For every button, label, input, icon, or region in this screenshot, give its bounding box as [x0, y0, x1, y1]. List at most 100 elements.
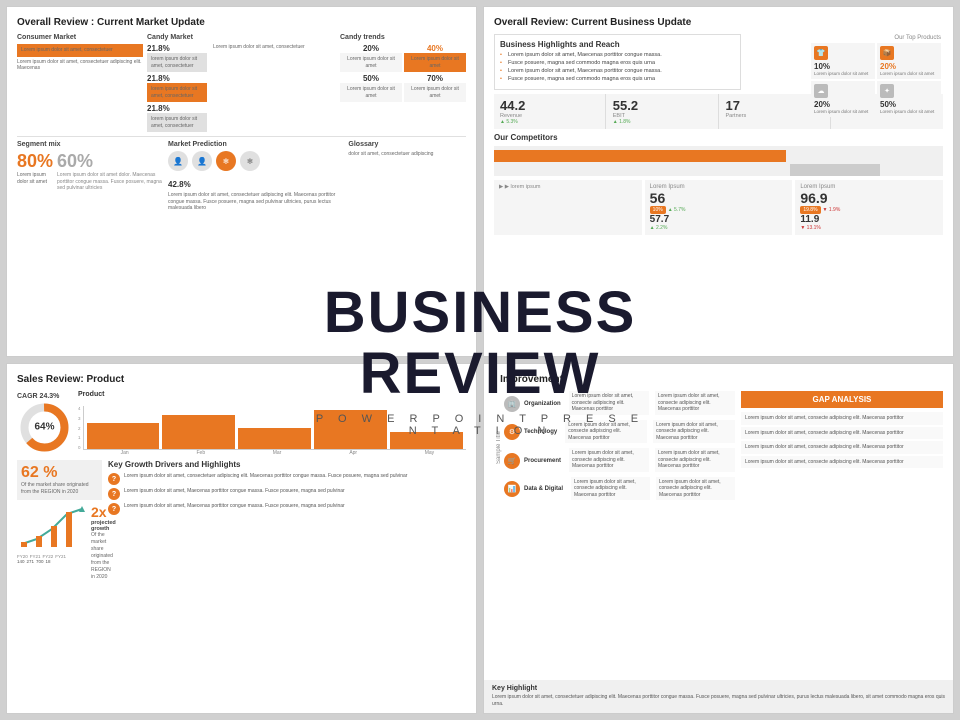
proc-icon: 🛒 — [504, 453, 520, 469]
comp1-sub: 57.7 — [650, 214, 788, 225]
segment-mix: Segment mix 80% Lorem ipsum dolor sit am… — [17, 141, 164, 212]
top-products-label: Our Top Products — [811, 35, 941, 41]
comp2-pct1: ▼ 1.9% — [823, 207, 841, 213]
slide-3: Sales Review: Product CAGR 24.3% 64% Pro… — [6, 363, 477, 714]
slide-4: : Improvement Sample Title 🏢 Organizatio… — [483, 363, 954, 714]
bullet1: Lorem ipsum dolor sit amet, Maecenas por… — [500, 52, 735, 58]
seg-60: 60% Lorem ipsum dolor sit amet dolor. Ma… — [57, 151, 164, 192]
mp-pct: 42.8% Lorem ipsum dolor sit amet, consec… — [168, 174, 344, 212]
bullet4: Fusce posuere, magna sed commodo magna e… — [500, 76, 735, 82]
slide-2: Overall Review: Current Business Update … — [483, 6, 954, 357]
consumer-market: Consumer Market Lorem ipsum dolor sit am… — [17, 34, 143, 132]
kpi-revenue: 44.2 Revenue ▲ 5.3% — [494, 94, 606, 129]
bar-feb — [162, 415, 235, 449]
bullet3: Lorem ipsum dolor sit amet, Maecenas por… — [500, 68, 735, 74]
person-icon: 👤 — [168, 151, 188, 171]
comp2-sub: 11.9 — [800, 214, 938, 225]
kgd-q2: ? — [108, 488, 120, 500]
ct-box4: 70% Lorem ipsum dolor sit amet — [404, 74, 466, 102]
glossary-label: Glossary — [348, 141, 466, 148]
slide4-right: GAP ANALYSIS Lorem ipsum dolor sit amet,… — [741, 391, 943, 470]
growth-chart-svg — [17, 504, 87, 549]
shirt-icon: 👕 — [814, 46, 828, 60]
cm-pct3: 21.8% lorem ipsum dolor sit amet, consec… — [147, 74, 207, 102]
market-share-box: 62 % Of the market share originated from… — [17, 460, 102, 500]
bar-chart: 4 3 2 1 0 — [78, 400, 466, 450]
glossary: Glossary dolor sit amet, consectetuer ad… — [348, 141, 466, 212]
comp1-growth2: ▲ 2.2% — [650, 225, 668, 231]
seg-80: 80% Lorem ipsum dolor sit amet — [17, 151, 53, 185]
comp3-pct1: ▼ 13.1% — [800, 225, 821, 231]
key-highlight-text: Lorem ipsum dolor sit amet, consectetuer… — [492, 694, 945, 708]
kgd-item-3: ? Lorem ipsum dolor sit amet, Maecenas p… — [108, 503, 466, 515]
cm-pct4: 21.8% lorem ipsum dolor sit amet, consec… — [147, 104, 207, 132]
highlights-section: Business Highlights and Reach Lorem ipsu… — [494, 34, 741, 90]
org-icon: 🏢 — [504, 396, 520, 412]
slide3-title: Sales Review: Product — [17, 374, 466, 385]
slide1-title: Overall Review : Current Market Update — [17, 17, 466, 28]
snowflake2-icon: ❄ — [240, 151, 260, 171]
tp-cell4: ✦ 50% Lorem ipsum dolor sit amet — [877, 81, 941, 117]
badge1: 10% — [650, 206, 666, 214]
gap-cell-1: Lorem ipsum dolor sit amet, consecte adi… — [741, 412, 943, 425]
candy-market-label: Candy Market — [147, 34, 336, 41]
key-highlight-bar: Key Highlight Lorem ipsum dolor sit amet… — [484, 680, 953, 713]
bullet2: Fusce posuere, magna sed commodo magna e… — [500, 60, 735, 66]
bar-mar — [238, 428, 311, 450]
top-products-panel: Our Top Products 👕 10% Lorem ipsum dolor… — [811, 35, 941, 117]
tp-grid: 👕 10% Lorem ipsum dolor sit amet 📦 20% L… — [811, 43, 941, 117]
candy-market: Candy Market 21.8% lorem ipsum dolor sit… — [147, 34, 336, 132]
ct-box3: 50% Lorem ipsum dolor sit amet — [340, 74, 402, 102]
table-section: Sample Title 🏢 Organization Lorem ipsum … — [494, 391, 735, 505]
slide2-title: Overall Review: Current Business Update — [494, 17, 943, 28]
kgd-item-2: ? Lorem ipsum dolor sit amet, Maecenas p… — [108, 488, 466, 500]
slide3-right: Key Growth Drivers and Highlights ? Lore… — [108, 460, 466, 581]
donut-area: CAGR 24.3% 64% Product 4 3 2 1 — [17, 391, 466, 456]
cm-pct2: Lorem ipsum dolor sit amet, consectetuer — [213, 44, 305, 72]
gap-analysis-title: GAP ANALYSIS — [741, 391, 943, 408]
kpi-ebit: 55.2 EBIT ▲ 1.8% — [607, 94, 719, 129]
kgd-q1: ? — [108, 473, 120, 485]
kgd-item-1: ? Lorem ipsum dolor sit amet, consectetu… — [108, 473, 466, 485]
candy-trends: Candy trends 20% Lorem ipsum dolor sit a… — [340, 34, 466, 132]
cm-box1: Lorem ipsum dolor sit amet, consectetuer — [17, 44, 143, 57]
cm-pct1: 21.8% lorem ipsum dolor sit amet, consec… — [147, 44, 207, 72]
tech-icon: ⚙ — [504, 424, 520, 440]
comp-card-ipsum: ▶ ▶ lorem ipsum — [494, 180, 642, 235]
bar-jan — [87, 423, 160, 449]
product-chart: Product 4 3 2 1 0 — [78, 391, 466, 456]
key-highlight-title: Key Highlight — [492, 685, 945, 692]
competitors-title: Our Competitors — [494, 133, 943, 142]
comp1-growth1: ▲ 5.7% — [668, 207, 686, 213]
slide1-bottom-row: Segment mix 80% Lorem ipsum dolor sit am… — [17, 141, 466, 212]
ct-box2: 40% Lorem ipsum dolor sit amet — [404, 44, 466, 72]
comp-bars — [494, 146, 943, 176]
row-organization: 🏢 Organization Lorem ipsum dolor sit ame… — [504, 391, 735, 417]
snowflake-icon: ❄ — [216, 151, 236, 171]
cagr-label-wrap: CAGR 24.3% 64% — [17, 393, 72, 455]
dots-icon: ✦ — [880, 84, 894, 98]
slide3-left: 62 % Of the market share originated from… — [17, 460, 102, 581]
product-label: Product — [78, 391, 466, 398]
gap-cell-4: Lorem ipsum dolor sit amet, consecte adi… — [741, 456, 943, 469]
segment-mix-label: Segment mix — [17, 141, 164, 148]
main-grid: Overall Review : Current Market Update C… — [0, 0, 960, 720]
market-prediction-label: Market Prediction — [168, 141, 344, 148]
bar-may — [390, 432, 463, 449]
growth-area: FY20 FY21 FY22 FY21 140 271 700 18 — [17, 504, 102, 581]
sample-title-label: Sample Title — [494, 431, 504, 464]
slide1-top-row: Consumer Market Lorem ipsum dolor sit am… — [17, 34, 466, 132]
slide-1: Overall Review : Current Market Update C… — [6, 6, 477, 357]
comp-grid: ▶ ▶ lorem ipsum Lorem Ipsum 56 10% ▲ 5.7… — [494, 180, 943, 235]
donut-chart: 64% — [17, 400, 72, 455]
comp-bar-1 — [494, 150, 786, 162]
cm-text1: Lorem ipsum dolor sit amet, consectetuer… — [17, 59, 143, 72]
gap-cell-3: Lorem ipsum dolor sit amet, consecte adi… — [741, 441, 943, 454]
slide4-left: Sample Title 🏢 Organization Lorem ipsum … — [494, 391, 741, 505]
cagr-label: CAGR 24.3% — [17, 393, 72, 400]
consumer-market-label: Consumer Market — [17, 34, 143, 41]
tp-cell1: 👕 10% Lorem ipsum dolor sit amet — [811, 43, 875, 79]
slide3-bottom: 62 % Of the market share originated from… — [17, 460, 466, 581]
comp-card-2: Lorem Ipsum 96.9 19.8% ▼ 1.9% 11.9 ▼ 13.… — [795, 180, 943, 235]
row-procurement: 🛒 Procurement Lorem ipsum dolor sit amet… — [504, 448, 735, 474]
